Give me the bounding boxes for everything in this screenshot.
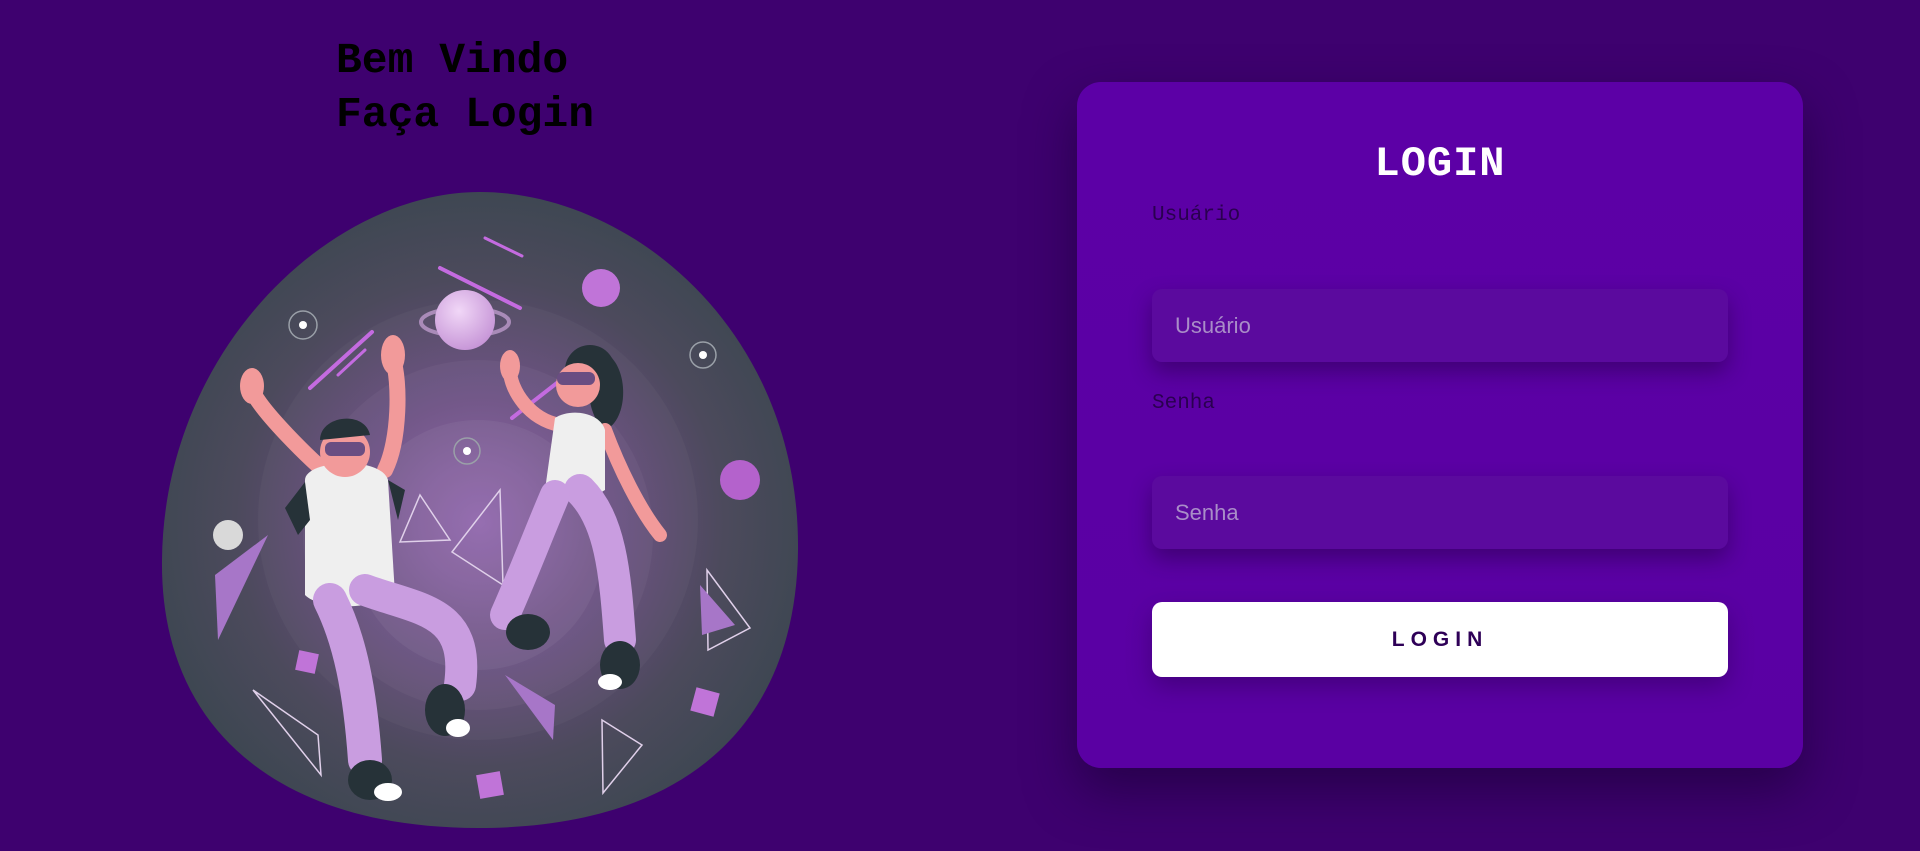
login-card: LOGIN Usuário Senha LOGIN — [1077, 82, 1803, 768]
welcome-heading: Bem Vindo Faça Login — [336, 34, 594, 142]
password-label: Senha — [1152, 392, 1216, 415]
username-input[interactable] — [1152, 289, 1728, 362]
login-button[interactable]: LOGIN — [1152, 602, 1728, 677]
vr-space-illustration-icon — [161, 192, 799, 828]
welcome-line-1: Bem Vindo — [336, 36, 569, 85]
welcome-line-2: Faça Login — [336, 90, 595, 139]
login-title: LOGIN — [1374, 140, 1506, 188]
password-input[interactable] — [1152, 476, 1728, 549]
username-label: Usuário — [1152, 204, 1241, 227]
